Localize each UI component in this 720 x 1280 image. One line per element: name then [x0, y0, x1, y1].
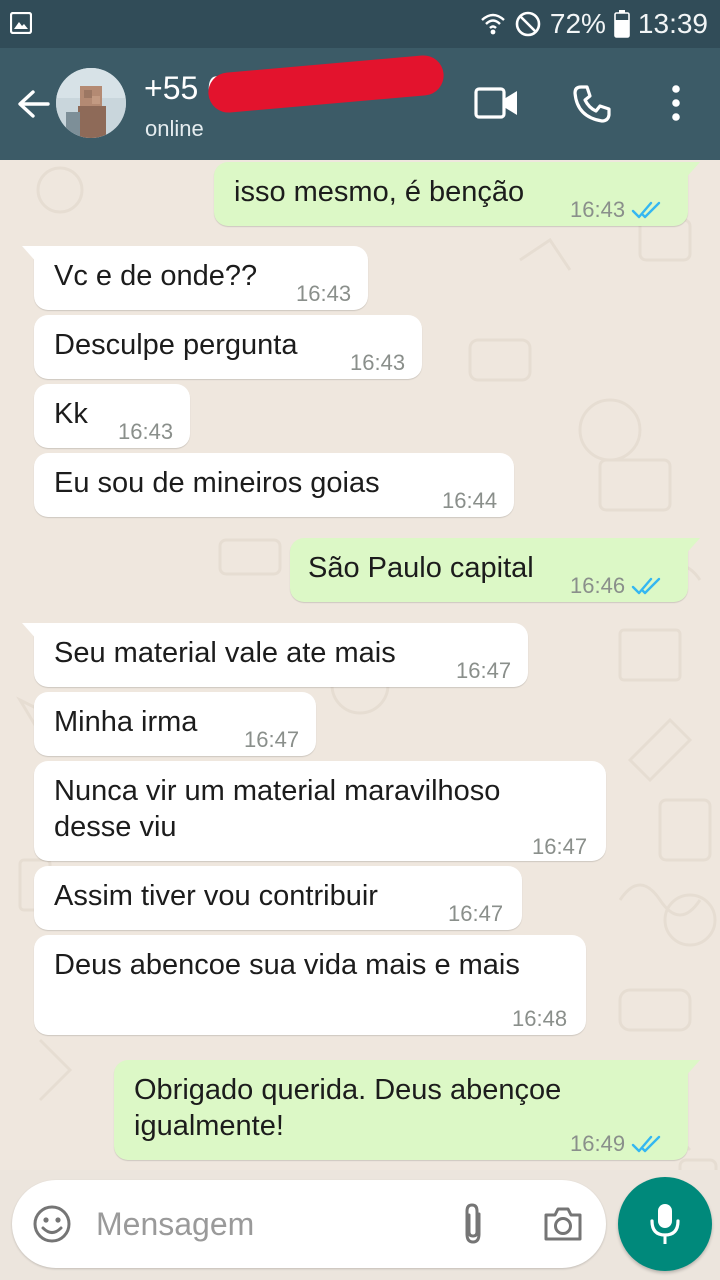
message-time: 16:49 — [570, 1131, 626, 1156]
message-time: 16:47 — [532, 834, 588, 859]
redaction-mark — [206, 53, 446, 115]
message-text: Vc e de onde?? — [54, 260, 258, 292]
chat-area[interactable]: isso mesmo, é benção 16:43 Vc e de onde?? 1… — [0, 160, 720, 1170]
contact-status: online — [145, 116, 204, 141]
message-meta: 16:47 — [448, 896, 503, 932]
video-call-icon[interactable] — [474, 86, 520, 120]
message-meta: 16:46 — [570, 568, 663, 604]
incoming-message[interactable]: Vc e de onde?? 16:43 — [22, 246, 368, 312]
message-meta: 16:49 — [570, 1126, 663, 1162]
bubble-tail — [22, 246, 38, 264]
clock: 13:39 — [637, 8, 708, 39]
incoming-message[interactable]: Desculpe pergunta 16:43 — [34, 315, 422, 379]
message-time: 16:47 — [448, 901, 504, 926]
message-text: Assim tiver vou contribuir — [54, 880, 378, 912]
message-text: Minha irma — [54, 706, 198, 738]
battery-icon — [614, 10, 630, 38]
message-meta: 16:47 — [532, 829, 587, 865]
outgoing-message[interactable]: isso mesmo, é benção 16:43 — [214, 162, 700, 228]
incoming-message[interactable]: Nunca vir um material maravilhoso desse v… — [34, 761, 606, 861]
emoji-icon[interactable] — [32, 1204, 72, 1244]
message-meta: 16:43 — [118, 414, 173, 450]
message-text: São Paulo capital — [308, 552, 534, 584]
message-text: isso mesmo, é benção — [234, 176, 525, 208]
message-text-line2: desse viu — [54, 811, 177, 843]
incoming-message[interactable]: Minha irma 16:47 — [34, 692, 316, 756]
message-text: Obrigado querida. Deus abençoe igualmente… — [134, 1074, 562, 1142]
read-receipt-icon — [631, 577, 661, 595]
read-receipt-icon — [631, 201, 661, 219]
message-composer — [12, 1180, 606, 1268]
back-arrow-icon[interactable] — [14, 84, 54, 124]
bubble-tail — [684, 162, 700, 180]
more-options-icon[interactable] — [666, 84, 686, 124]
message-text: Kk — [54, 398, 88, 430]
message-meta: 16:43 — [296, 276, 351, 312]
message-time: 16:47 — [244, 727, 300, 752]
incoming-message[interactable]: Assim tiver vou contribuir 16:47 — [34, 866, 522, 930]
do-not-disturb-icon — [515, 11, 541, 37]
voice-call-icon[interactable] — [572, 84, 612, 124]
battery-percent: 72% — [549, 8, 606, 39]
message-time: 16:48 — [512, 1006, 568, 1031]
message-meta: 16:44 — [442, 483, 497, 519]
message-text: Deus abencoe sua vida mais e mais — [54, 949, 520, 981]
message-time: 16:47 — [456, 658, 512, 683]
read-receipt-icon — [631, 1135, 661, 1153]
message-text: Eu sou de mineiros goias — [54, 467, 380, 499]
bubble-tail — [684, 538, 700, 556]
outgoing-message[interactable]: Obrigado querida. Deus abençoe igualmente… — [114, 1060, 700, 1162]
incoming-message[interactable]: Kk 16:43 — [34, 384, 190, 448]
message-time: 16:43 — [118, 419, 174, 444]
microphone-icon — [650, 1204, 680, 1244]
message-meta: 16:43 — [350, 345, 405, 381]
status-bar: 72% 13:39 — [0, 0, 720, 48]
message-text: Desculpe pergunta — [54, 329, 298, 361]
conversation-header: +55 62 9 online — [0, 48, 720, 160]
bubble-tail — [22, 623, 38, 641]
message-time: 16:43 — [350, 350, 406, 375]
message-meta: 16:43 — [570, 192, 663, 228]
incoming-message[interactable]: Deus abencoe sua vida mais e mais 16:48 — [34, 935, 586, 1035]
message-text: Seu material vale ate mais — [54, 637, 396, 669]
incoming-message[interactable]: Eu sou de mineiros goias 16:44 — [34, 453, 514, 517]
message-meta: 16:47 — [244, 722, 299, 758]
outgoing-message[interactable]: São Paulo capital 16:46 — [290, 538, 700, 604]
message-text-line2: igualmente! — [134, 1110, 284, 1142]
message-time: 16:44 — [442, 488, 498, 513]
message-text: Nunca vir um material maravilhoso desse v… — [54, 775, 501, 843]
voice-message-button[interactable] — [618, 1177, 712, 1271]
camera-icon[interactable] — [542, 1204, 584, 1244]
wifi-icon — [481, 13, 505, 35]
bubble-tail — [684, 1060, 700, 1078]
message-input[interactable] — [96, 1200, 426, 1248]
message-time: 16:43 — [296, 281, 352, 306]
message-meta: 16:48 — [512, 1001, 567, 1037]
attach-icon[interactable] — [458, 1202, 488, 1246]
incoming-message[interactable]: Seu material vale ate mais 16:47 — [22, 623, 528, 689]
contact-avatar[interactable] — [56, 68, 126, 138]
message-time: 16:46 — [570, 573, 626, 598]
gallery-notification-icon — [10, 12, 32, 34]
message-meta: 16:47 — [456, 653, 511, 689]
message-time: 16:43 — [570, 197, 626, 222]
